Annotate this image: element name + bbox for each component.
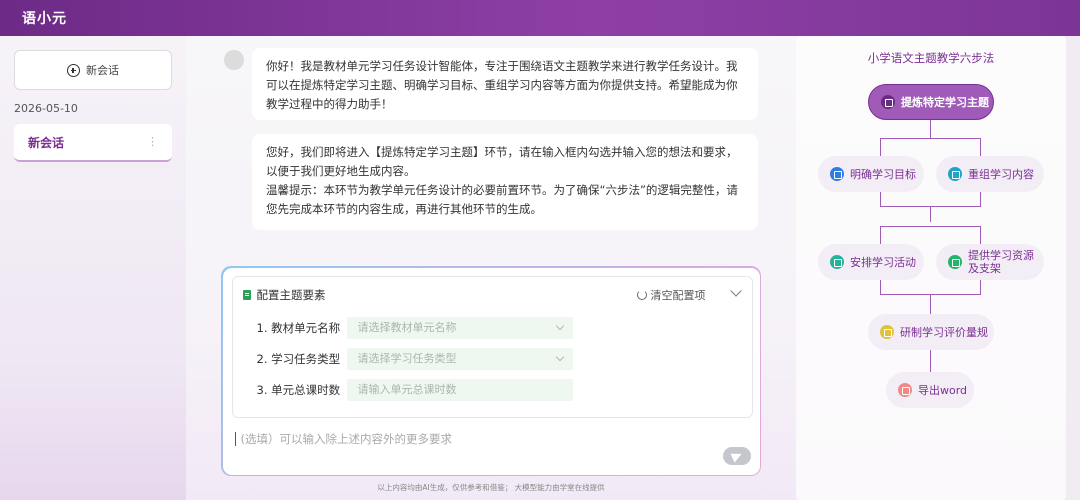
input-panel: 配置主题要素 清空配置项 1. 教材单元名称 请选择教材单元名称 2. 学习任务… xyxy=(221,266,761,476)
top-bar: 语小元 xyxy=(0,0,1080,36)
new-chat-button[interactable]: 新会话 xyxy=(14,50,172,90)
step-provide-resources[interactable]: 提供学习资源 及支架 xyxy=(936,244,1044,280)
reset-label: 清空配置项 xyxy=(650,288,706,302)
new-chat-label: 新会话 xyxy=(86,64,119,77)
step-label: 提供学习资源 xyxy=(968,249,1034,262)
step-label: 重组学习内容 xyxy=(968,167,1034,181)
resource-icon xyxy=(948,255,962,269)
extra-requirements-input[interactable]: (选填）可以输入除上述内容外的更多要求 xyxy=(234,431,452,446)
config-card: 配置主题要素 清空配置项 1. 教材单元名称 请选择教材单元名称 2. 学习任务… xyxy=(231,275,753,418)
step-label-wrap: 提供学习资源 及支架 xyxy=(968,249,1034,275)
target-icon xyxy=(830,167,844,181)
flowchart-title: 小学语文主题教学六步法 xyxy=(867,51,995,65)
chat-area: 你好！我是教材单元学习任务设计智能体，专注于围绕语文主题教学来进行教学任务设计。… xyxy=(186,36,796,500)
message-text: 你好！我是教材单元学习任务设计智能体，专注于围绕语文主题教学来进行教学任务设计。… xyxy=(266,59,738,111)
session-item[interactable]: 新会话 ⋮ xyxy=(14,124,172,162)
step-label: 研制学习评价量规 xyxy=(900,325,988,339)
config-header: 配置主题要素 xyxy=(242,287,326,303)
add-chat-icon xyxy=(67,63,80,77)
theme-icon xyxy=(881,95,895,109)
message-text: 您好，我们即将进入【提炼特定学习主题】环节，请在输入框内勾选并输入您的想法和要求… xyxy=(266,145,738,178)
assistant-message: 你好！我是教材单元学习任务设计智能体，专注于围绕语文主题教学来进行教学任务设计。… xyxy=(252,48,758,120)
field-label: 2. 学习任务类型 xyxy=(256,351,341,366)
select-placeholder: 请选择学习任务类型 xyxy=(357,351,457,365)
chevron-down-icon xyxy=(555,321,564,330)
field-total-hours: 3. 单元总课时数 请输入单元总课时数 xyxy=(256,378,573,401)
app-title: 语小元 xyxy=(22,11,67,27)
step-arrange-activities[interactable]: 安排学习活动 xyxy=(818,244,924,280)
config-title: 配置主题要素 xyxy=(256,287,326,302)
export-icon xyxy=(898,383,912,397)
step-clarify-goals[interactable]: 明确学习目标 xyxy=(818,156,924,192)
step-reorganize-content[interactable]: 重组学习内容 xyxy=(936,156,1044,192)
session-date: 2026-05-10 xyxy=(14,102,78,115)
ai-disclaimer: 以上内容均由AI生成，仅供参考和借鉴； 大模型能力由学堂在线提供 xyxy=(377,483,605,492)
chevron-down-icon xyxy=(555,352,564,361)
send-button[interactable] xyxy=(722,446,751,465)
more-icon[interactable]: ⋮ xyxy=(147,135,158,148)
step-label: 明确学习目标 xyxy=(850,167,916,181)
assistant-avatar xyxy=(224,50,244,70)
step-label: 导出word xyxy=(918,383,968,397)
input-panel-inner: 配置主题要素 清空配置项 1. 教材单元名称 请选择教材单元名称 2. 学习任务… xyxy=(222,267,760,475)
reset-config-button[interactable]: 清空配置项 xyxy=(636,287,706,303)
assistant-message: 您好，我们即将进入【提炼特定学习主题】环节，请在输入框内勾选并输入您的想法和要求… xyxy=(252,134,758,230)
task-type-select[interactable]: 请选择学习任务类型 xyxy=(346,347,573,370)
total-hours-input[interactable]: 请输入单元总课时数 xyxy=(346,378,573,401)
select-placeholder: 请选择教材单元名称 xyxy=(357,320,457,334)
sidebar: 新会话 2026-05-10 新会话 ⋮ xyxy=(0,36,186,500)
refresh-icon xyxy=(636,289,647,300)
method-panel: 小学语文主题教学六步法 提炼特定学习主题 明确学习目标 重组学习内容 安排学习活… xyxy=(796,36,1080,500)
step-label: 提炼特定学习主题 xyxy=(901,95,989,109)
flowchart-card: 小学语文主题教学六步法 提炼特定学习主题 明确学习目标 重组学习内容 安排学习活… xyxy=(796,36,1066,500)
field-label: 1. 教材单元名称 xyxy=(256,320,341,335)
step-label: 及支架 xyxy=(968,262,1001,275)
chevron-down-icon[interactable] xyxy=(729,284,742,297)
field-unit-name: 1. 教材单元名称 请选择教材单元名称 xyxy=(256,316,573,339)
session-label: 新会话 xyxy=(28,135,65,150)
rubric-icon xyxy=(880,325,894,339)
step-label: 安排学习活动 xyxy=(850,255,916,269)
activity-icon xyxy=(830,255,844,269)
step-evaluation-rubric[interactable]: 研制学习评价量规 xyxy=(868,314,994,350)
step-extract-theme[interactable]: 提炼特定学习主题 xyxy=(868,84,994,120)
message-tip: 温馨提示：本环节为教学单元任务设计的必要前置环节。为了确保“六步法”的逻辑完整性… xyxy=(266,183,738,216)
document-icon xyxy=(242,289,251,300)
field-label: 3. 单元总课时数 xyxy=(256,382,341,397)
export-word-button[interactable]: 导出word xyxy=(886,372,974,408)
unit-name-select[interactable]: 请选择教材单元名称 xyxy=(346,316,573,339)
field-task-type: 2. 学习任务类型 请选择学习任务类型 xyxy=(256,347,573,370)
input-placeholder: 请输入单元总课时数 xyxy=(357,382,457,396)
reorganize-icon xyxy=(948,167,962,181)
